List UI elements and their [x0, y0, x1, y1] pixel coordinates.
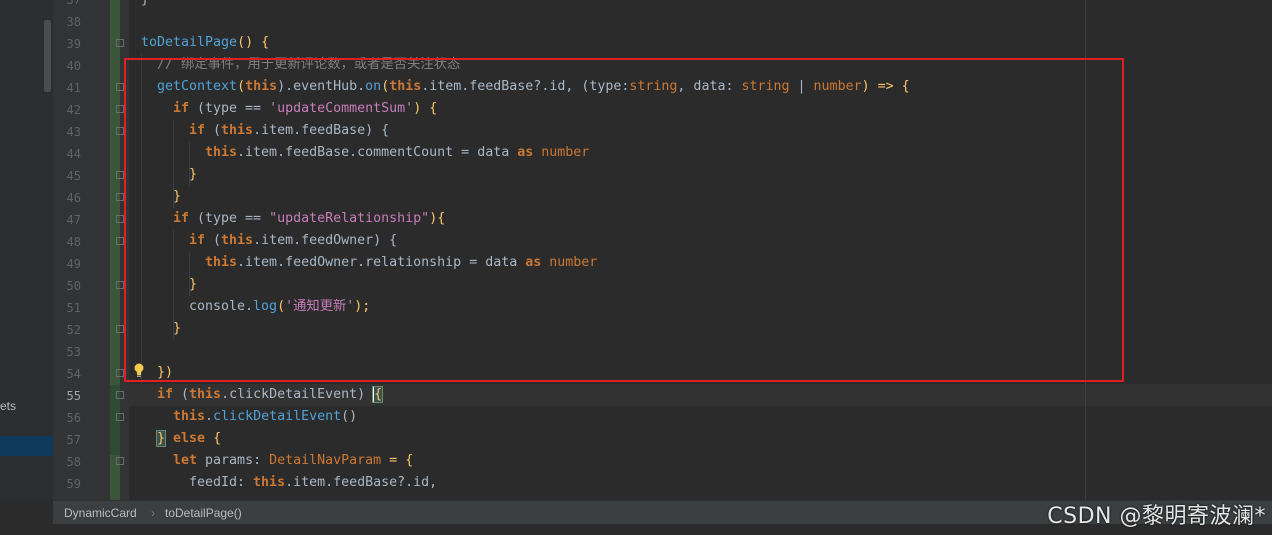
- line-number[interactable]: 44: [53, 143, 81, 165]
- code-line: let params: DetailNavParam = {: [173, 450, 413, 472]
- code-token: this: [253, 475, 286, 490]
- code-line: }: [141, 0, 149, 11]
- code-line: toDetailPage() {: [141, 32, 269, 54]
- code-line: if (this.clickDetailEvent) {: [157, 384, 384, 406]
- fold-marker[interactable]: [116, 171, 124, 179]
- method-name[interactable]: toDetailPage: [141, 35, 237, 50]
- code-token: = {: [381, 453, 414, 468]
- project-scrollbar[interactable]: [44, 20, 51, 92]
- fold-marker[interactable]: [116, 281, 124, 289]
- watermark: CSDN @黎明寄波澜*: [1047, 504, 1266, 529]
- line-number[interactable]: 45: [53, 165, 81, 187]
- code-token: feedId:: [189, 475, 254, 490]
- fold-marker[interactable]: [116, 127, 124, 135]
- project-tool-window: ets: [0, 0, 54, 500]
- line-number[interactable]: 42: [53, 99, 81, 121]
- line-number[interactable]: 56: [53, 407, 81, 429]
- project-tree-item[interactable]: ets: [0, 399, 16, 413]
- code-line: feedId: this.item.feedBase?.id,: [189, 472, 437, 494]
- code-token: (): [341, 409, 358, 424]
- code-token: else: [173, 431, 206, 446]
- text-caret[interactable]: {: [372, 386, 384, 403]
- breadcrumb-item-method[interactable]: toDetailPage(): [165, 501, 242, 525]
- line-number[interactable]: 39: [53, 33, 81, 55]
- line-number[interactable]: 48: [53, 231, 81, 253]
- code-token: DetailNavParam: [269, 453, 382, 468]
- fold-marker[interactable]: [116, 105, 124, 113]
- code-token: {: [205, 431, 222, 446]
- code-token: (: [173, 387, 190, 402]
- line-number[interactable]: 46: [53, 187, 81, 209]
- annotation-box: [124, 58, 1124, 382]
- fold-marker[interactable]: [116, 391, 124, 399]
- code-token: clickDetailEvent: [213, 409, 342, 424]
- fold-marker[interactable]: [116, 83, 124, 91]
- code-token: params:: [197, 453, 270, 468]
- line-number[interactable]: 52: [53, 319, 81, 341]
- lightbulb-icon[interactable]: [133, 363, 145, 377]
- line-number[interactable]: 53: [53, 341, 81, 363]
- line-number[interactable]: 51: [53, 297, 81, 319]
- code-token: let: [173, 453, 198, 468]
- breadcrumb-separator: ›: [151, 506, 155, 520]
- line-number[interactable]: 58: [53, 451, 81, 473]
- fold-marker[interactable]: [116, 39, 124, 47]
- line-number[interactable]: 55: [53, 385, 81, 407]
- line-number[interactable]: 47: [53, 209, 81, 231]
- line-number[interactable]: 54: [53, 363, 81, 385]
- fold-marker[interactable]: [116, 457, 124, 465]
- code-token: () {: [237, 35, 270, 50]
- line-number[interactable]: 57: [53, 429, 81, 451]
- breadcrumb-item-component[interactable]: DynamicCard: [64, 501, 137, 525]
- code-line: } else {: [155, 428, 222, 450]
- code-token: .: [205, 409, 214, 424]
- line-number[interactable]: 43: [53, 121, 81, 143]
- project-tree-selected-row[interactable]: [0, 436, 53, 456]
- code-token: .item.feedBase?.id,: [285, 475, 438, 490]
- code-line: this.clickDetailEvent(): [173, 406, 357, 428]
- code-token: this: [189, 387, 222, 402]
- line-number[interactable]: 41: [53, 77, 81, 99]
- line-number[interactable]: 59: [53, 473, 81, 495]
- line-number[interactable]: 38: [53, 11, 81, 33]
- code-token: this: [173, 409, 206, 424]
- fold-marker[interactable]: [116, 237, 124, 245]
- line-number[interactable]: 40: [53, 55, 81, 77]
- code-token: .clickDetailEvent): [221, 387, 374, 402]
- fold-marker[interactable]: [116, 413, 124, 421]
- code-token: if: [157, 387, 174, 402]
- fold-marker[interactable]: [116, 193, 124, 201]
- fold-marker[interactable]: [116, 215, 124, 223]
- code-token: }: [141, 0, 149, 7]
- matched-bracket: }: [155, 430, 167, 447]
- line-number[interactable]: 37: [53, 0, 81, 11]
- line-number[interactable]: 49: [53, 253, 81, 275]
- fold-marker[interactable]: [116, 325, 124, 333]
- fold-marker[interactable]: [116, 369, 124, 377]
- line-number[interactable]: 50: [53, 275, 81, 297]
